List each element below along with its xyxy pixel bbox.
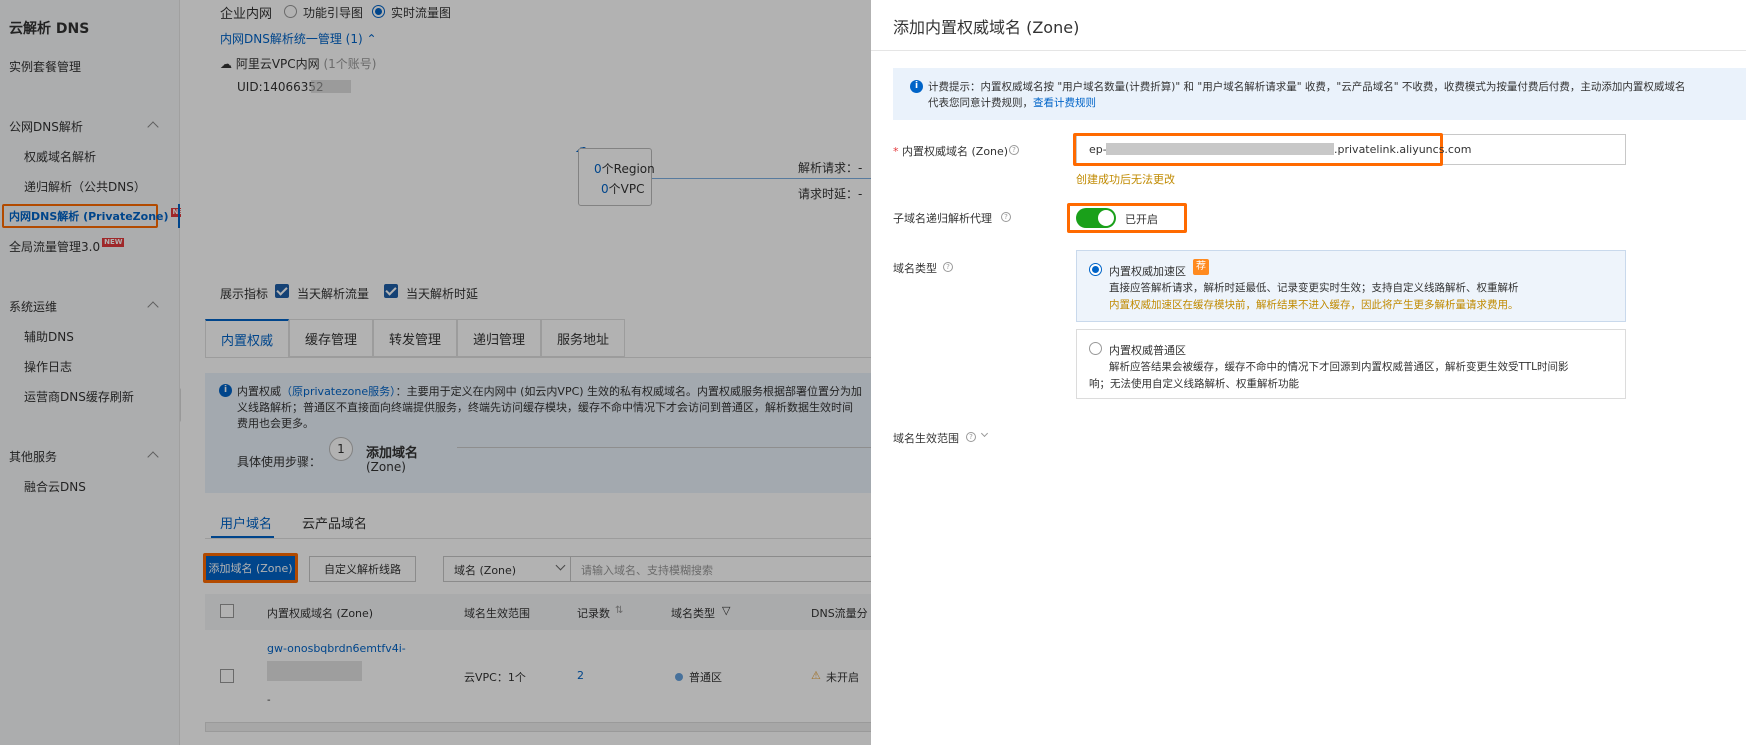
type-label: 域名类型 [893, 262, 937, 275]
zone-label-text: 内置权威域名 (Zone) [902, 145, 1009, 158]
option-accel-warning: 内置权威加速区在缓存模块前，解析结果不进入缓存，因此将产生更多解析量请求费用。 [1109, 299, 1519, 311]
toggle-label: 已开启 [1125, 213, 1158, 226]
help-icon[interactable]: ? [1001, 212, 1011, 222]
option-accel-radio[interactable] [1089, 263, 1102, 276]
chevron-down-icon[interactable] [980, 429, 989, 438]
required-mark: * [893, 145, 899, 158]
add-zone-drawer: 添加内置权威域名 (Zone) i 计费提示：内置权威域名按 "用户域名数量(计… [871, 0, 1746, 745]
option-normal-radio[interactable] [1089, 342, 1102, 355]
help-icon[interactable]: ? [1009, 145, 1019, 155]
zone-label: * 内置权威域名 (Zone) [893, 143, 1008, 159]
recursive-toggle[interactable] [1076, 208, 1116, 228]
drawer-title: 添加内置权威域名 (Zone) [893, 18, 1080, 37]
billing-text: 代表您同意计费规则， [928, 97, 1033, 109]
option-normal-title: 内置权威普通区 [1109, 344, 1186, 357]
redacted-block [1106, 143, 1334, 155]
scope-label[interactable]: 域名生效范围 [893, 430, 959, 446]
zone-prefix: ep- [1089, 143, 1107, 156]
zone-hint: 创建成功后无法更改 [1076, 173, 1175, 186]
info-icon: i [910, 80, 923, 93]
recommend-badge: 荐 [1193, 259, 1209, 275]
billing-line2: 代表您同意计费规则，查看计费规则 [928, 95, 1096, 110]
billing-line1: 计费提示：内置权威域名按 "用户域名数量(计费折算)" 和 "用户域名解析请求量… [928, 81, 1686, 93]
option-normal-desc-a: 解析应答结果会被缓存，缓存不命中的情况下才回源到内置权威普通区，解析变更生效受T… [1109, 361, 1569, 373]
billing-rule-link[interactable]: 查看计费规则 [1033, 97, 1096, 109]
recursive-label: 子域名递归解析代理 [893, 212, 992, 225]
option-normal-desc-b: 响；无法使用自定义线路解析、权重解析功能 [1089, 378, 1299, 390]
billing-notice [893, 68, 1746, 120]
option-accel-title: 内置权威加速区 [1109, 265, 1186, 278]
option-accel-desc: 直接应答解析请求，解析时延最低、记录变更实时生效；支持自定义线路解析、权重解析 [1109, 282, 1519, 294]
divider [871, 50, 1746, 51]
modal-overlay[interactable] [0, 0, 871, 745]
help-icon[interactable]: ? [943, 262, 953, 272]
zone-suffix: .privatelink.aliyuncs.com [1334, 143, 1472, 156]
help-icon[interactable]: ? [966, 432, 976, 442]
